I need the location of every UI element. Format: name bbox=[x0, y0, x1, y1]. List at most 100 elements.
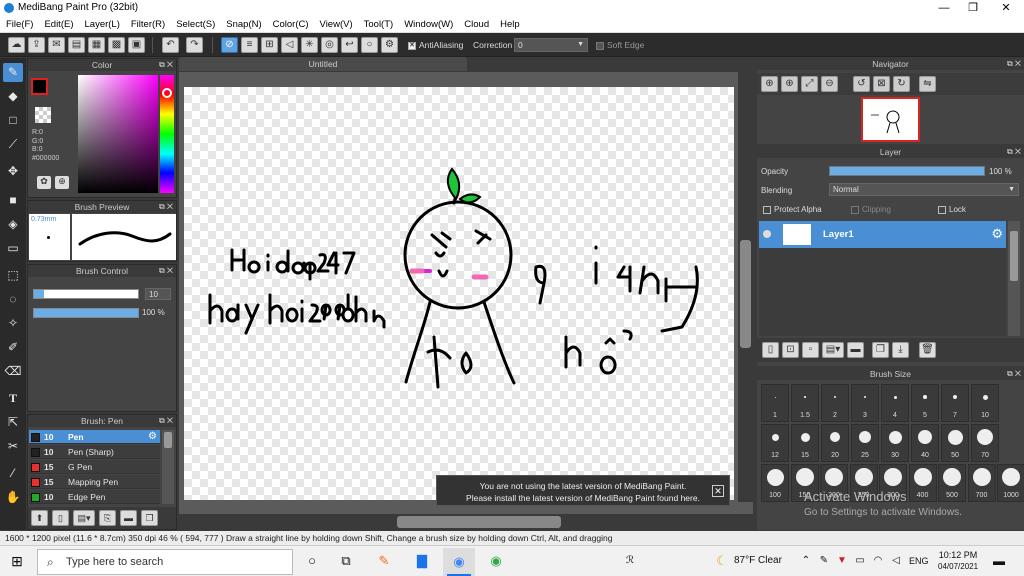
drawing-canvas[interactable] bbox=[184, 87, 734, 500]
redo-icon[interactable]: ↷ bbox=[186, 37, 203, 53]
brush-size-slider[interactable] bbox=[33, 289, 139, 299]
comment-icon[interactable]: ✉ bbox=[48, 37, 65, 53]
new-layer-icon[interactable]: ▯ bbox=[762, 342, 779, 358]
brush-size-5[interactable]: 5 bbox=[911, 384, 939, 422]
color-picker-icon[interactable]: ⊕ bbox=[55, 176, 69, 189]
snap-off-icon[interactable]: ⊘ bbox=[221, 37, 238, 53]
zoom-in-icon[interactable]: ⊕ bbox=[761, 76, 778, 92]
zoom-fit-icon[interactable]: ⊕ bbox=[781, 76, 798, 92]
brush-size-400[interactable]: 400 bbox=[908, 464, 937, 502]
brush-item-pen-sharp[interactable]: 10 Pen (Sharp) bbox=[29, 445, 160, 459]
brush-opacity-slider[interactable] bbox=[33, 308, 139, 318]
close-notification-icon[interactable]: ✕ bbox=[712, 485, 724, 497]
cross-snap-icon[interactable]: ⊞ bbox=[261, 37, 278, 53]
file-explorer-icon[interactable]: ▇ bbox=[414, 553, 430, 569]
brush-size-25[interactable]: 25 bbox=[851, 424, 879, 462]
fit-window-icon[interactable]: ⤢ bbox=[801, 76, 818, 92]
brush-size-2[interactable]: 2 bbox=[821, 384, 849, 422]
browser-icon[interactable]: ◉ bbox=[488, 553, 504, 569]
menu-select[interactable]: Select(S) bbox=[170, 17, 220, 30]
weather-text[interactable]: 87°F Clear bbox=[734, 555, 782, 566]
brush-size-value[interactable]: 10 bbox=[145, 288, 171, 300]
navigator-thumbnail[interactable] bbox=[861, 97, 920, 142]
parallel-snap-icon[interactable]: ≡ bbox=[241, 37, 258, 53]
menu-cloud[interactable]: Cloud bbox=[458, 17, 494, 30]
select-eraser-icon[interactable]: ⌫ bbox=[3, 362, 23, 381]
layer-opacity-slider[interactable] bbox=[829, 166, 985, 176]
brush-size-10[interactable]: 10 bbox=[971, 384, 999, 422]
language-indicator[interactable]: ENG bbox=[909, 556, 929, 566]
menu-layer[interactable]: Layer(L) bbox=[79, 17, 125, 30]
chrome-taskbar-active[interactable]: ◉ bbox=[443, 548, 475, 576]
saturation-value-picker[interactable] bbox=[78, 75, 158, 193]
share-icon[interactable]: ⇪ bbox=[28, 37, 45, 53]
task-view-icon[interactable]: ⧉ bbox=[338, 553, 354, 569]
fill-tool-icon[interactable]: ◈ bbox=[3, 215, 23, 234]
move-tool-icon[interactable]: ✥ bbox=[3, 162, 23, 181]
chevron-up-icon[interactable]: ⌃ bbox=[798, 553, 814, 569]
wifi-icon[interactable]: ◠ bbox=[870, 553, 886, 569]
duplicate-layer-icon[interactable]: ❐ bbox=[872, 342, 889, 358]
brush-size-12[interactable]: 12 bbox=[761, 424, 789, 462]
blending-select[interactable]: Normal ▼ bbox=[829, 183, 1019, 196]
layer-menu-icon[interactable]: ▤▾ bbox=[822, 342, 844, 358]
layer-row-layer1[interactable]: Layer1 ⚙ bbox=[759, 221, 1006, 248]
transparent-swatch[interactable] bbox=[35, 107, 51, 123]
brush-size-50[interactable]: 50 bbox=[941, 424, 969, 462]
zoom-out-icon[interactable]: ⊖ bbox=[821, 76, 838, 92]
brush-size-70[interactable]: 70 bbox=[971, 424, 999, 462]
vertical-scroll-thumb[interactable] bbox=[740, 240, 751, 348]
reset-view-icon[interactable]: ⊠ bbox=[873, 76, 890, 92]
menu-view[interactable]: View(V) bbox=[314, 17, 358, 30]
antivirus-icon[interactable]: ▼ bbox=[834, 553, 850, 569]
shape-tool-icon[interactable]: ■ bbox=[3, 191, 23, 210]
brush-item-g-pen[interactable]: 15 G Pen bbox=[29, 460, 160, 474]
menu-color[interactable]: Color(C) bbox=[267, 17, 314, 30]
menu-help[interactable]: Help bbox=[494, 17, 525, 30]
new-layer-1bit-icon[interactable]: ▫ bbox=[802, 342, 819, 358]
horizontal-scroll-thumb[interactable] bbox=[397, 516, 561, 528]
antialias-toggle[interactable]: ✕ AntiAliasing bbox=[408, 40, 463, 50]
lock-toggle[interactable]: Lock bbox=[938, 205, 966, 214]
palette-icon[interactable]: ✿ bbox=[37, 176, 51, 189]
radial-snap-icon[interactable]: ✳ bbox=[301, 37, 318, 53]
curve-snap-icon[interactable]: ↩ bbox=[341, 37, 358, 53]
close-button[interactable]: ✕ bbox=[990, 0, 1022, 17]
flip-icon[interactable]: ⇋ bbox=[919, 76, 936, 92]
duplicate-icon[interactable]: ❐ bbox=[141, 510, 158, 526]
menu-filter[interactable]: Filter(R) bbox=[125, 17, 170, 30]
correction-select[interactable]: 0 ▼ bbox=[514, 38, 588, 52]
gear-icon[interactable]: ⚙ bbox=[991, 226, 1003, 242]
windows-start-icon[interactable]: ⊞ bbox=[9, 553, 25, 569]
brush-size-30[interactable]: 30 bbox=[881, 424, 909, 462]
maximize-button[interactable]: ❐ bbox=[957, 0, 989, 17]
menu-edit[interactable]: Edit(E) bbox=[38, 17, 78, 30]
page-icon[interactable]: ▦ bbox=[88, 37, 105, 53]
brush-size-500[interactable]: 500 bbox=[938, 464, 966, 502]
frame-icon[interactable]: ▣ bbox=[128, 37, 145, 53]
notifications-icon[interactable]: ▬ bbox=[991, 553, 1007, 569]
grid-icon[interactable]: ▩ bbox=[108, 37, 125, 53]
minimize-button[interactable]: — bbox=[928, 0, 960, 17]
clock[interactable]: 10:12 PM 04/07/2021 bbox=[938, 550, 978, 571]
hue-handle[interactable] bbox=[162, 88, 172, 98]
magic-wand-icon[interactable]: ✧ bbox=[3, 314, 23, 333]
volume-icon[interactable]: ◁ bbox=[888, 553, 904, 569]
text-tool-icon[interactable]: T bbox=[3, 389, 23, 408]
brush-size-100[interactable]: 100 bbox=[761, 464, 789, 502]
brush-item-edge-pen[interactable]: 10 Edge Pen bbox=[29, 490, 160, 504]
eye-icon[interactable] bbox=[763, 230, 771, 238]
taskbar-search[interactable]: ⌕ Type here to search bbox=[37, 549, 293, 575]
layer-list-scrollbar[interactable] bbox=[1008, 221, 1020, 336]
gradient-tool-icon[interactable]: ▭ bbox=[3, 239, 23, 258]
rotate-right-icon[interactable]: ↻ bbox=[893, 76, 910, 92]
vanish-snap-icon[interactable]: ◁ bbox=[281, 37, 298, 53]
eraser-tool-icon[interactable]: ◆ bbox=[3, 87, 23, 106]
pen-icon[interactable]: ✎ bbox=[816, 553, 832, 569]
brush-item-mapping-pen[interactable]: 15 Mapping Pen bbox=[29, 475, 160, 489]
soft-edge-toggle[interactable]: Soft Edge bbox=[596, 40, 644, 50]
menu-snap[interactable]: Snap(N) bbox=[220, 17, 266, 30]
brush-size-1000[interactable]: 1000 bbox=[997, 464, 1024, 502]
ellipse-snap-icon[interactable]: ○ bbox=[361, 37, 378, 53]
brush-menu-icon[interactable]: ▤▾ bbox=[73, 510, 95, 526]
